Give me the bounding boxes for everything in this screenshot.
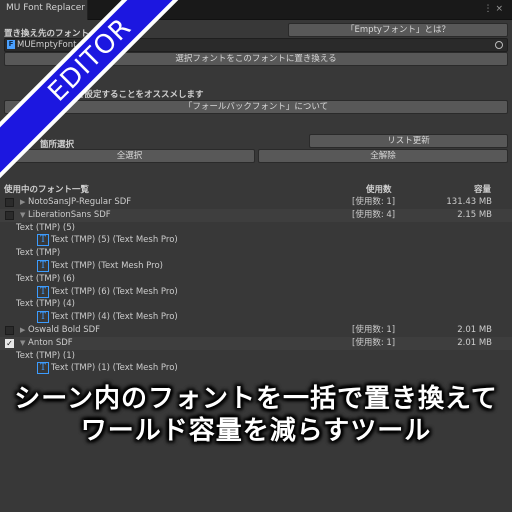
game-object-name: Text (TMP) (6) xyxy=(16,274,75,284)
font-asset-icon: F xyxy=(7,40,15,49)
font-row[interactable]: ▼ LiberationSans SDF [使用数: 4] 2.15 MB xyxy=(0,209,512,222)
component-name: Text (TMP) (Text Mesh Pro) xyxy=(51,261,163,271)
window-tab[interactable]: MU Font Replacer xyxy=(0,0,88,20)
font-checkbox[interactable] xyxy=(5,198,14,207)
font-name: Anton SDF xyxy=(28,338,73,348)
font-usage-count: [使用数: 1] xyxy=(352,197,396,207)
collapsed-arrow-icon[interactable]: ▶ xyxy=(20,196,25,209)
component-row[interactable]: T Text (TMP) (1) (Text Mesh Pro) xyxy=(0,362,512,375)
window-controls: ⋮× xyxy=(483,4,506,14)
game-object-row[interactable]: Text (TMP) xyxy=(0,247,512,260)
game-object-row[interactable]: Text (TMP) (6) xyxy=(0,273,512,286)
text-mesh-pro-icon: T xyxy=(37,260,49,272)
component-row[interactable]: T Text (TMP) (4) (Text Mesh Pro) xyxy=(0,311,512,324)
font-name: Oswald Bold SDF xyxy=(28,325,101,335)
close-icon[interactable]: × xyxy=(495,4,506,14)
empty-font-help-button[interactable]: 「Emptyフォント」とは？ xyxy=(288,23,508,37)
component-row[interactable]: T Text (TMP) (Text Mesh Pro) xyxy=(0,260,512,273)
game-object-row[interactable]: Text (TMP) (4) xyxy=(0,298,512,311)
font-row[interactable]: ▶ Oswald Bold SDF [使用数: 1] 2.01 MB xyxy=(0,324,512,337)
font-size-value: 2.01 MB xyxy=(457,338,492,348)
fallback-about-button[interactable]: 「フォールバックフォント」について xyxy=(4,100,508,114)
font-usage-count: [使用数: 1] xyxy=(352,338,396,348)
font-size-value: 2.01 MB xyxy=(457,325,492,335)
component-name: Text (TMP) (1) (Text Mesh Pro) xyxy=(51,363,178,373)
game-object-name: Text (TMP) xyxy=(16,248,61,258)
font-row[interactable]: ▶ NotoSansJP-Regular SDF [使用数: 1] 131.43 MB xyxy=(0,196,512,209)
select-all-button[interactable]: 全選択 xyxy=(4,149,255,163)
font-checkbox[interactable] xyxy=(5,211,14,220)
collapsed-arrow-icon[interactable]: ▶ xyxy=(20,324,25,337)
tab-bar: MU Font Replacer ⋮× xyxy=(0,0,512,20)
object-picker-icon[interactable] xyxy=(495,41,503,49)
font-checkbox[interactable]: ✓ xyxy=(5,339,14,348)
refresh-list-button[interactable]: リスト更新 xyxy=(309,134,508,148)
fallback-note: を設定することをオススメします xyxy=(76,90,204,100)
component-name: Text (TMP) (4) (Text Mesh Pro) xyxy=(51,312,178,322)
font-name: NotoSansJP-Regular SDF xyxy=(28,197,132,207)
component-row[interactable]: T Text (TMP) (5) (Text Mesh Pro) xyxy=(0,234,512,247)
text-mesh-pro-icon: T xyxy=(37,362,49,374)
caption-line-2: ワールド容量を減らすツール xyxy=(80,416,432,446)
count-column-header: 使用数 xyxy=(366,185,392,195)
font-usage-count: [使用数: 1] xyxy=(352,325,396,335)
text-mesh-pro-icon: T xyxy=(37,234,49,246)
size-column-header: 容量 xyxy=(474,185,492,195)
font-field-value: MUEmptyFont xyxy=(17,40,77,50)
component-name: Text (TMP) (5) (Text Mesh Pro) xyxy=(51,235,178,245)
text-mesh-pro-icon: T xyxy=(37,286,49,298)
font-name: LiberationSans SDF xyxy=(28,210,111,220)
game-object-name: Text (TMP) (4) xyxy=(16,299,75,309)
deselect-all-button[interactable]: 全解除 xyxy=(258,149,508,163)
text-mesh-pro-icon: T xyxy=(37,311,49,323)
font-size-value: 2.15 MB xyxy=(457,210,492,220)
font-row[interactable]: ✓ ▼ Anton SDF [使用数: 1] 2.01 MB xyxy=(0,337,512,350)
font-size-value: 131.43 MB xyxy=(446,197,492,207)
font-usage-count: [使用数: 4] xyxy=(352,210,396,220)
font-checkbox[interactable] xyxy=(5,326,14,335)
expanded-arrow-icon[interactable]: ▼ xyxy=(20,337,25,350)
font-list-heading: 使用中のフォント一覧 xyxy=(4,185,90,195)
kebab-icon[interactable]: ⋮ xyxy=(483,4,495,14)
expanded-arrow-icon[interactable]: ▼ xyxy=(20,209,25,222)
